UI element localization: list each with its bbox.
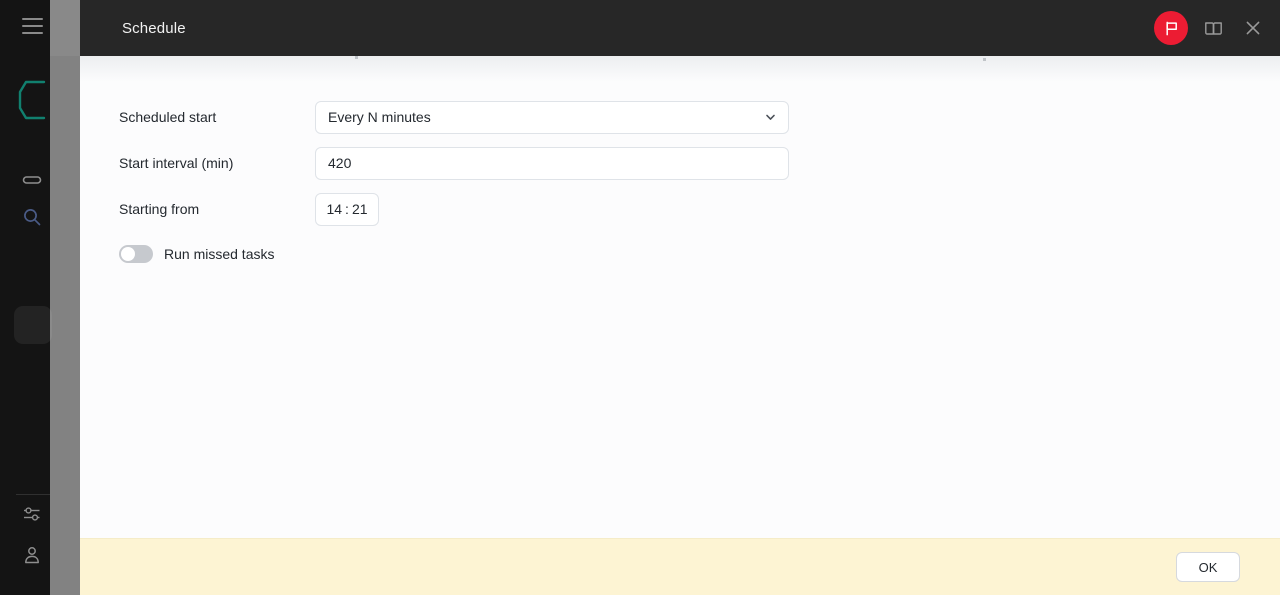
chevron-down-icon bbox=[764, 111, 777, 124]
hamburger-bar bbox=[22, 18, 43, 20]
modal-scrim bbox=[50, 0, 80, 595]
starting-from-label: Starting from bbox=[119, 201, 200, 217]
ok-button[interactable]: OK bbox=[1176, 552, 1240, 582]
app-logo[interactable] bbox=[18, 78, 48, 122]
page-title: Schedule bbox=[122, 19, 186, 37]
sidebar-divider bbox=[16, 494, 50, 495]
start-interval-input[interactable] bbox=[315, 146, 789, 180]
modal-scrim-top bbox=[50, 0, 80, 56]
form-row-scheduled-start: Scheduled start Every N minutes bbox=[80, 94, 1280, 140]
dialog-body: Scheduled start Every N minutes Start in… bbox=[80, 56, 1280, 538]
toggle-knob bbox=[121, 247, 135, 261]
manual-button[interactable] bbox=[1198, 13, 1228, 43]
sidebar-item-user[interactable] bbox=[16, 539, 48, 571]
run-missed-tasks-label: Run missed tasks bbox=[164, 246, 275, 262]
hamburger-icon[interactable] bbox=[22, 18, 43, 34]
run-missed-tasks-toggle[interactable] bbox=[119, 245, 153, 263]
schedule-form: Scheduled start Every N minutes Start in… bbox=[80, 56, 1280, 274]
scheduled-start-value: Every N minutes bbox=[328, 109, 431, 125]
start-interval-label: Start interval (min) bbox=[119, 155, 234, 171]
dialog-header: Schedule bbox=[80, 0, 1280, 56]
book-icon bbox=[1204, 21, 1222, 35]
schedule-dialog: Schedule Scheduled start Every N minutes… bbox=[80, 0, 1280, 595]
dialog-header-actions bbox=[1154, 0, 1268, 56]
dialog-footer: OK bbox=[80, 538, 1280, 595]
sidebar-item-settings[interactable] bbox=[16, 498, 48, 530]
starting-from-minutes: 21 bbox=[351, 201, 368, 217]
starting-from-time-field[interactable]: 14 : 21 bbox=[315, 192, 379, 226]
starting-from-hours: 14 bbox=[326, 201, 343, 217]
sidebar-item-selected[interactable] bbox=[14, 306, 52, 344]
hamburger-bar bbox=[22, 32, 43, 34]
scheduled-start-label: Scheduled start bbox=[119, 109, 217, 125]
sidebar-item-card[interactable] bbox=[16, 164, 48, 196]
scheduled-start-select[interactable]: Every N minutes bbox=[315, 100, 789, 134]
close-button[interactable] bbox=[1238, 13, 1268, 43]
app-root: Schedule Scheduled start Every N minutes… bbox=[0, 0, 1280, 595]
form-row-start-interval: Start interval (min) bbox=[80, 140, 1280, 186]
time-separator: : bbox=[345, 201, 349, 217]
close-icon bbox=[1246, 21, 1260, 35]
form-row-starting-from: Starting from 14 : 21 bbox=[80, 186, 1280, 232]
form-row-run-missed-tasks: Run missed tasks bbox=[80, 234, 1280, 274]
sidebar-item-search[interactable] bbox=[16, 201, 48, 233]
flag-button[interactable] bbox=[1154, 11, 1188, 45]
hamburger-bar bbox=[22, 25, 43, 27]
flag-icon bbox=[1165, 21, 1177, 35]
